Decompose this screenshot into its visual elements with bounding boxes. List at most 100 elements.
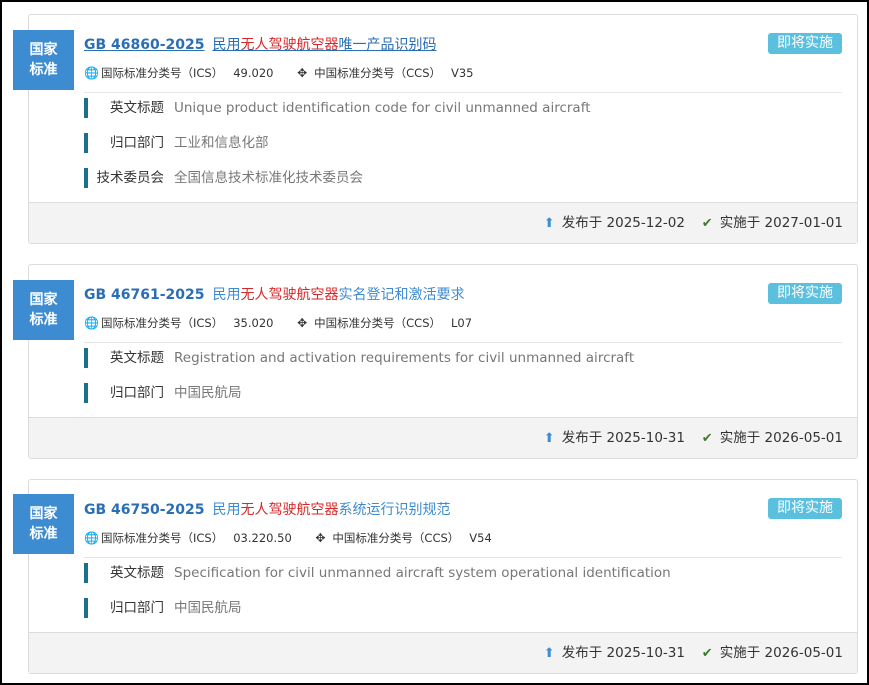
divider <box>84 92 842 93</box>
standard-card: GB 46750-2025 民用无人驾驶航空器系统运行识别规范 即将实施 🌐 国际标… <box>28 479 858 674</box>
row-label: 归口部门 <box>110 385 164 401</box>
row-value: 中国民航局 <box>174 600 242 616</box>
row-value: 工业和信息化部 <box>174 135 269 151</box>
ccs-label: 中国标准分类号（CCS） <box>314 316 441 330</box>
classification-meta: 🌐 国际标准分类号（ICS） 35.020 ✥ 中国标准分类号（CCS） L07 <box>84 315 492 331</box>
ics-info: 🌐 国际标准分类号（ICS） 35.020 <box>84 315 273 331</box>
title-part: 唯一产品识别码 <box>338 37 437 53</box>
globe-icon: 🌐 <box>84 316 99 330</box>
implemented-date: ✔ 实施于 2026-05-01 <box>702 633 843 674</box>
published-date: ⬆ 发布于 2025-12-02 <box>544 203 685 244</box>
published-value: 2025-10-31 <box>606 430 685 446</box>
national-standard-badge: 国家 标准 <box>13 494 74 554</box>
title-highlight: 无人驾驶航空器 <box>240 287 339 303</box>
divider <box>84 557 842 558</box>
published-date: ⬆ 发布于 2025-10-31 <box>544 633 685 674</box>
standard-title-link[interactable]: GB 46860-2025 民用无人驾驶航空器唯一产品识别码 <box>84 34 437 54</box>
ics-label: 国际标准分类号（ICS） <box>101 531 224 545</box>
published-value: 2025-12-02 <box>606 215 685 231</box>
published-label: 发布于 <box>561 645 603 661</box>
ccs-info: ✥ 中国标准分类号（CCS） V35 <box>297 65 473 81</box>
standard-code: GB 46860-2025 <box>84 37 205 53</box>
status-badge: 即将实施 <box>768 33 842 54</box>
ccs-info: ✥ 中国标准分类号（CCS） L07 <box>297 315 472 331</box>
card-footer: ⬆ 发布于 2025-12-02 ✔ 实施于 2027-01-01 <box>29 202 857 243</box>
title-part: 民用 <box>212 502 241 518</box>
ccs-label: 中国标准分类号（CCS） <box>314 66 441 80</box>
upload-icon: ⬆ <box>543 646 555 661</box>
ccs-value: V54 <box>469 531 492 545</box>
row-marker <box>84 133 88 153</box>
national-standard-badge: 国家 标准 <box>13 280 74 340</box>
badge-line: 国家 <box>29 42 58 58</box>
badge-line: 标准 <box>29 312 58 328</box>
upload-icon: ⬆ <box>543 216 555 231</box>
implemented-label: 实施于 <box>719 645 761 661</box>
implemented-value: 2027-01-01 <box>764 215 843 231</box>
row-marker <box>84 598 88 618</box>
row-marker <box>84 348 88 368</box>
standard-card: GB 46761-2025 民用无人驾驶航空器实名登记和激活要求 即将实施 🌐 国际… <box>28 264 858 459</box>
published-label: 发布于 <box>561 215 603 231</box>
row-marker <box>84 383 88 403</box>
ccs-value: V35 <box>451 66 474 80</box>
row-marker <box>84 168 88 188</box>
ics-info: 🌐 国际标准分类号（ICS） 49.020 <box>84 65 273 81</box>
implemented-label: 实施于 <box>719 215 761 231</box>
title-highlight: 无人驾驶航空器 <box>240 502 339 518</box>
title-part: 民用 <box>212 37 241 53</box>
card-footer: ⬆ 发布于 2025-10-31 ✔ 实施于 2026-05-01 <box>29 417 857 458</box>
ics-label: 国际标准分类号（ICS） <box>101 316 224 330</box>
standard-title-link[interactable]: GB 46761-2025 民用无人驾驶航空器实名登记和激活要求 <box>84 284 465 304</box>
national-standard-badge: 国家 标准 <box>13 30 74 90</box>
standard-code: GB 46761-2025 <box>84 287 205 303</box>
badge-line: 国家 <box>29 292 58 308</box>
globe-icon: 🌐 <box>84 531 99 545</box>
published-value: 2025-10-31 <box>606 645 685 661</box>
row-label: 英文标题 <box>110 565 164 581</box>
status-badge: 即将实施 <box>768 283 842 304</box>
row-label: 归口部门 <box>110 600 164 616</box>
implemented-value: 2026-05-01 <box>764 430 843 446</box>
move-arrows-icon: ✥ <box>315 531 326 545</box>
title-part: 民用 <box>212 287 241 303</box>
globe-icon: 🌐 <box>84 66 99 80</box>
title-highlight: 无人驾驶航空器 <box>240 37 339 53</box>
badge-line: 标准 <box>29 62 58 78</box>
row-label: 英文标题 <box>110 350 164 366</box>
check-icon: ✔ <box>701 646 713 661</box>
results-frame: GB 46860-2025 民用无人驾驶航空器唯一产品识别码 即将实施 🌐 国际标准… <box>0 0 869 685</box>
standard-code: GB 46750-2025 <box>84 502 205 518</box>
published-date: ⬆ 发布于 2025-10-31 <box>544 418 685 459</box>
ics-value: 49.020 <box>233 66 274 80</box>
row-marker <box>84 98 88 118</box>
implemented-label: 实施于 <box>719 430 761 446</box>
ccs-label: 中国标准分类号（CCS） <box>332 531 460 545</box>
row-label: 技术委员会 <box>96 170 165 186</box>
title-part: 实名登记和激活要求 <box>338 287 465 303</box>
row-value: Registration and activation requirements… <box>174 350 635 366</box>
implemented-date: ✔ 实施于 2026-05-01 <box>702 418 843 459</box>
row-label: 英文标题 <box>110 100 164 116</box>
move-arrows-icon: ✥ <box>297 316 308 330</box>
badge-line: 国家 <box>29 506 58 522</box>
ics-label: 国际标准分类号（ICS） <box>101 66 224 80</box>
check-icon: ✔ <box>701 216 713 231</box>
implemented-date: ✔ 实施于 2027-01-01 <box>702 203 843 244</box>
row-value: Unique product identification code for c… <box>174 100 591 116</box>
ccs-info: ✥ 中国标准分类号（CCS） V54 <box>315 530 491 546</box>
published-label: 发布于 <box>561 430 603 446</box>
row-marker <box>84 563 88 583</box>
card-footer: ⬆ 发布于 2025-10-31 ✔ 实施于 2026-05-01 <box>29 632 857 673</box>
standard-title-link[interactable]: GB 46750-2025 民用无人驾驶航空器系统运行识别规范 <box>84 499 451 519</box>
ics-value: 03.220.50 <box>233 531 292 545</box>
upload-icon: ⬆ <box>543 431 555 446</box>
classification-meta: 🌐 国际标准分类号（ICS） 03.220.50 ✥ 中国标准分类号（CCS） V54 <box>84 530 512 546</box>
row-label: 归口部门 <box>110 135 164 151</box>
row-value: 全国信息技术标准化技术委员会 <box>174 170 363 186</box>
divider <box>84 342 842 343</box>
implemented-value: 2026-05-01 <box>764 645 843 661</box>
ccs-value: L07 <box>451 316 473 330</box>
check-icon: ✔ <box>701 431 713 446</box>
ics-info: 🌐 国际标准分类号（ICS） 03.220.50 <box>84 530 292 546</box>
